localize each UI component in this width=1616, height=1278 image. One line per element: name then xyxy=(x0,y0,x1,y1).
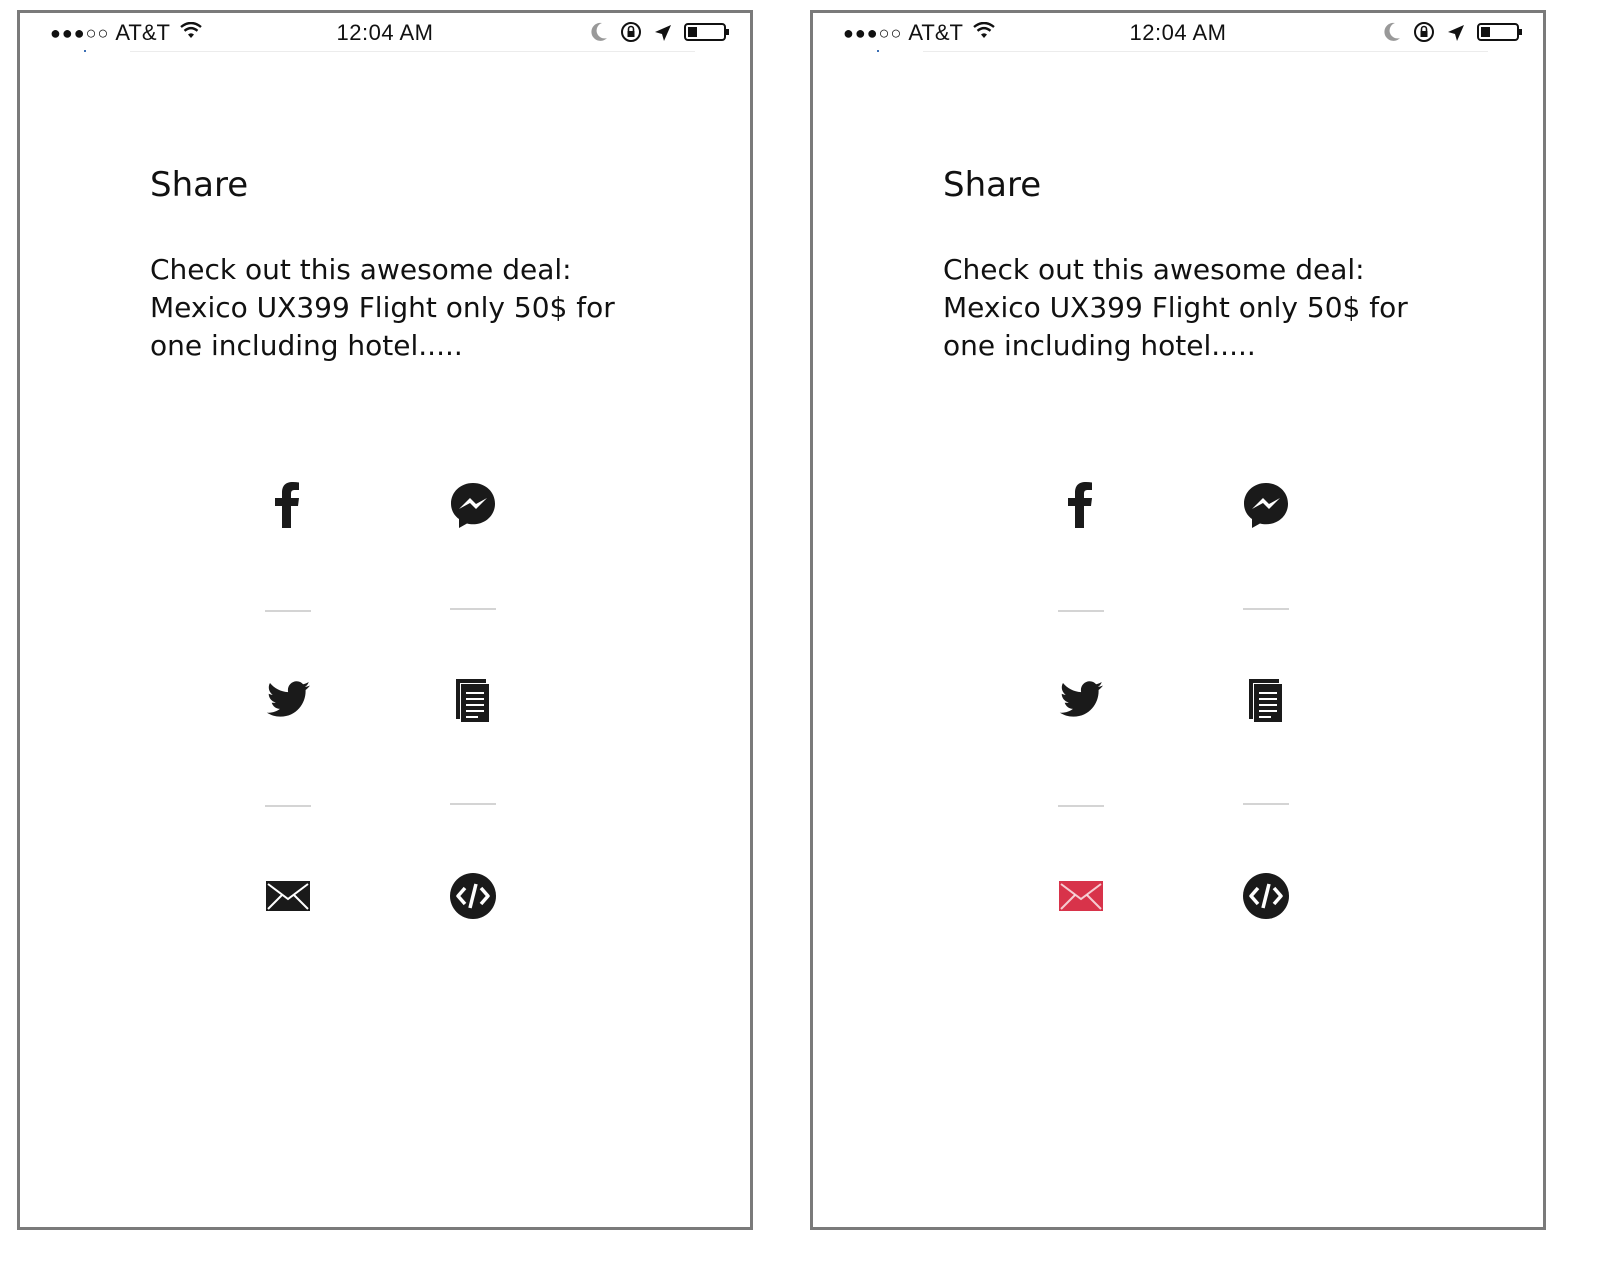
share-email-button[interactable] xyxy=(248,856,328,936)
mail-icon xyxy=(1059,881,1103,911)
share-twitter-button[interactable] xyxy=(248,661,328,741)
phone-screen-email-selected: ●●●○○ AT&T 12:04 AM Share Check out this… xyxy=(810,10,1546,1230)
embed-code-icon xyxy=(450,873,496,919)
copy-document-icon xyxy=(456,679,490,723)
phone-screen-default: ●●●○○ AT&T 12:04 AM Share Check out this… xyxy=(17,10,753,1230)
mail-icon-body xyxy=(1059,881,1103,911)
share-options-grid xyxy=(20,13,750,1227)
separator-line xyxy=(450,608,496,610)
embed-code-icon xyxy=(1243,873,1289,919)
facebook-icon xyxy=(1068,482,1092,528)
separator-line xyxy=(265,610,311,612)
twitter-icon xyxy=(1059,681,1103,717)
share-options-grid xyxy=(813,13,1543,1227)
share-embed-button[interactable] xyxy=(1226,856,1306,936)
messenger-icon xyxy=(1244,483,1288,528)
twitter-icon xyxy=(266,681,310,717)
share-messenger-button[interactable] xyxy=(433,465,513,545)
separator-line xyxy=(1243,803,1289,805)
share-twitter-button[interactable] xyxy=(1041,661,1121,741)
share-copy-button[interactable] xyxy=(1226,661,1306,741)
copy-document-icon xyxy=(1249,679,1283,723)
separator-line xyxy=(450,803,496,805)
share-embed-button[interactable] xyxy=(433,856,513,936)
separator-line xyxy=(1058,805,1104,807)
share-facebook-button[interactable] xyxy=(248,465,328,545)
share-messenger-button[interactable] xyxy=(1226,465,1306,545)
share-facebook-button[interactable] xyxy=(1041,465,1121,545)
separator-line xyxy=(1058,610,1104,612)
share-copy-button[interactable] xyxy=(433,661,513,741)
separator-line xyxy=(265,805,311,807)
separator-line xyxy=(1243,608,1289,610)
share-email-button-selected[interactable] xyxy=(1041,856,1121,936)
messenger-icon xyxy=(451,483,495,528)
facebook-icon xyxy=(275,482,299,528)
mail-icon xyxy=(266,881,310,911)
